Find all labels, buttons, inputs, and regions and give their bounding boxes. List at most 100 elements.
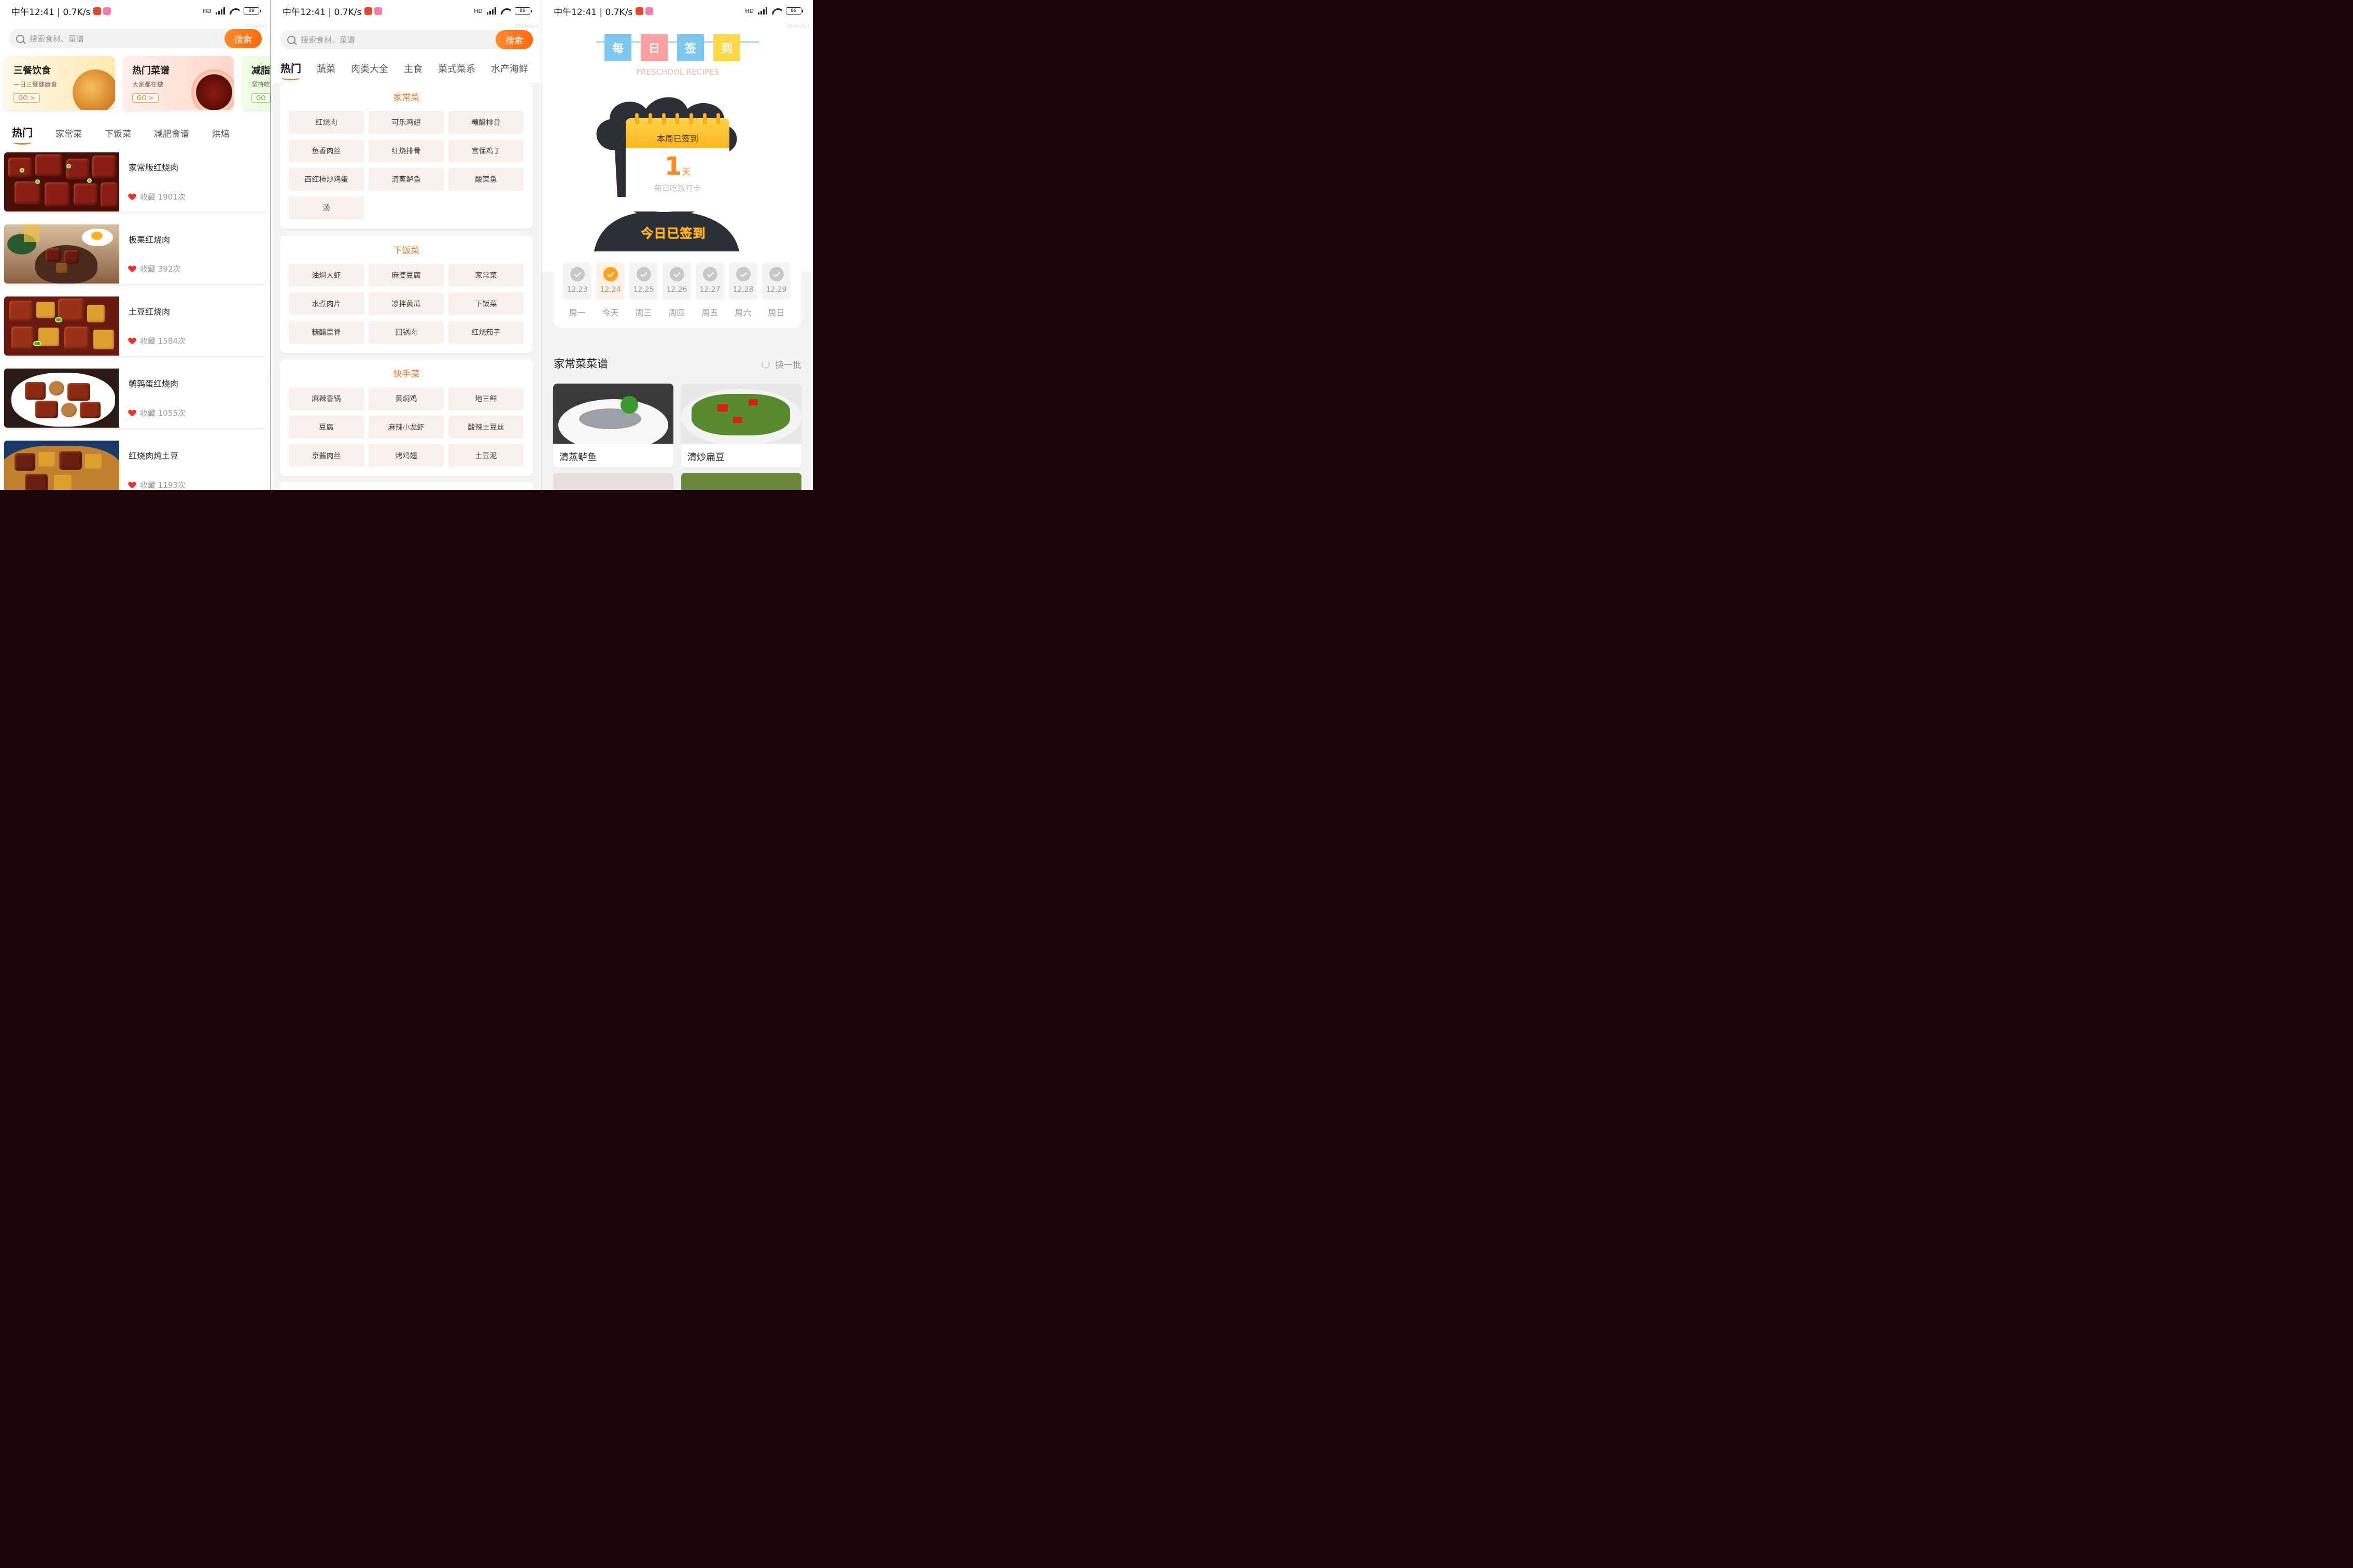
list-item[interactable]: 鹌鹑蛋红烧肉 收藏 1055次 xyxy=(4,369,266,428)
day-cell[interactable]: 12.29 周日 xyxy=(762,262,791,318)
notification-game-icon xyxy=(645,7,654,15)
tab-cuisine[interactable]: 菜式菜系 xyxy=(438,62,475,75)
search-placeholder: 搜索食材、菜谱 xyxy=(30,34,84,44)
wifi-icon xyxy=(500,7,511,15)
banner-ribbon: 日 xyxy=(641,34,668,65)
tab-baking[interactable]: 烘焙 xyxy=(212,126,230,139)
tab-home-style[interactable]: 家常菜 xyxy=(55,126,82,139)
dish-image xyxy=(553,384,673,444)
dish-chip[interactable]: 黄焖鸡 xyxy=(369,387,444,410)
bottom-band xyxy=(0,490,813,542)
dish-chip[interactable]: 麻辣小龙虾 xyxy=(369,416,444,439)
signal-icon xyxy=(487,7,496,15)
dish-chip[interactable]: 糖醋排骨 xyxy=(448,111,524,134)
day-cell[interactable]: 12.26 周四 xyxy=(663,262,691,318)
tab-seafood[interactable]: 水产海鲜 xyxy=(491,62,528,75)
notification-app-icon xyxy=(93,7,102,15)
day-cell[interactable]: 12.24 今天 xyxy=(596,262,625,318)
search-button[interactable]: 搜索 xyxy=(224,29,262,48)
dish-chip[interactable]: 酸菜鱼 xyxy=(448,168,524,191)
section-title: 家常菜菜谱 xyxy=(554,358,608,370)
tab-hot[interactable]: 热门 xyxy=(12,124,33,145)
hd-icon: HD xyxy=(203,7,212,15)
dish-card[interactable]: 清蒸鲈鱼 xyxy=(553,384,673,468)
recipe-name: 鹌鹑蛋红烧肉 xyxy=(129,379,179,389)
dish-chip[interactable]: 清蒸鲈鱼 xyxy=(369,168,444,191)
day-cell[interactable]: 12.28 周六 xyxy=(729,262,757,318)
dish-chip[interactable]: 可乐鸡翅 xyxy=(369,111,444,134)
dish-chip[interactable]: 豆腐 xyxy=(289,416,364,439)
dish-chip[interactable]: 汤 xyxy=(289,196,364,219)
hd-icon: HD xyxy=(474,7,483,15)
dish-chip[interactable]: 油焖大虾 xyxy=(289,264,364,287)
heart-icon xyxy=(129,194,136,200)
day-cell[interactable]: 12.27 周五 xyxy=(696,262,724,318)
weekly-calendar: 本周已签到 1天 每日吃饭打卡 xyxy=(626,113,729,211)
status-time: 中午12:41 | 0.7K/s xyxy=(554,7,633,18)
dish-chip[interactable]: 西红柿炒鸡蛋 xyxy=(289,168,364,191)
tab-hot[interactable]: 热门 xyxy=(280,60,301,80)
status-time: 中午12:41 | 0.7K/s xyxy=(11,7,91,18)
promo-card-three-meals[interactable]: 三餐饮食 一日三餐健康食 GO > xyxy=(4,56,115,110)
dish-chip[interactable]: 回锅肉 xyxy=(369,321,444,344)
category-card-home-style: 家常菜 红烧肉 可乐鸡翅 糖醋排骨 鱼香肉丝 红烧排骨 宫保鸡丁 西红柿炒鸡蛋 … xyxy=(280,83,533,229)
recipe-image xyxy=(4,152,119,211)
promo-card-hot-recipes[interactable]: 热门菜谱 大家都在做 GO > xyxy=(123,56,234,110)
dish-card[interactable] xyxy=(553,473,673,490)
banner-ribbon: 到 xyxy=(713,34,740,65)
checked-in-today[interactable]: 今日已签到 xyxy=(641,223,706,241)
dish-card[interactable]: 清炒扁豆 xyxy=(681,384,801,468)
dish-chip[interactable]: 糖醋里脊 xyxy=(289,321,364,344)
list-item[interactable]: 土豆红烧肉 收藏 1584次 xyxy=(4,296,266,356)
tab-staple[interactable]: 主食 xyxy=(404,62,422,75)
promo-card-fat-loss[interactable]: 减脂 坚持吃 GO xyxy=(242,56,271,110)
list-item[interactable]: 红烧肉炖土豆 收藏 1193次 xyxy=(4,441,266,490)
dish-chip[interactable]: 宫保鸡丁 xyxy=(448,139,524,162)
refresh-button[interactable]: 换一批 xyxy=(762,358,801,371)
dish-chip[interactable]: 红烧排骨 xyxy=(369,139,444,162)
day-cell[interactable]: 12.25 周三 xyxy=(629,262,658,318)
search-bar[interactable]: 搜索食材、菜谱 搜索 xyxy=(280,30,533,49)
search-bar[interactable]: 搜索食材、菜谱 搜索 xyxy=(9,29,262,48)
dish-card[interactable] xyxy=(681,473,801,490)
dish-chip[interactable]: 麻婆豆腐 xyxy=(369,264,444,287)
checkin-caption: 每日吃饭打卡 xyxy=(654,183,701,193)
dish-chip[interactable]: 水煮肉片 xyxy=(289,292,364,315)
battery-icon: 89 xyxy=(786,7,803,15)
dish-chip[interactable]: 麻辣香锅 xyxy=(289,387,364,410)
tab-vegetables[interactable]: 蔬菜 xyxy=(317,62,335,75)
recipe-name: 土豆红烧肉 xyxy=(129,307,171,317)
status-bar: 中午12:41 | 0.7K/s HD 89 xyxy=(542,0,813,22)
list-item[interactable]: 板栗红烧肉 收藏 392次 xyxy=(4,224,266,284)
check-icon xyxy=(702,267,717,281)
checkin-unit: 天 xyxy=(682,167,691,177)
notification-game-icon xyxy=(103,7,111,15)
heart-icon xyxy=(129,410,136,416)
signal-icon xyxy=(216,7,225,15)
status-bar: 中午12:41 | 0.7K/s HD 89 xyxy=(0,0,271,22)
tab-meat[interactable]: 肉类大全 xyxy=(351,62,388,75)
list-item[interactable]: 家常版红烧肉 收藏 1901次 xyxy=(4,152,266,211)
tab-diet[interactable]: 减肥食谱 xyxy=(154,126,189,139)
heart-icon xyxy=(129,482,136,488)
favorite-count: 收藏 1584次 xyxy=(129,335,257,347)
go-button[interactable]: GO xyxy=(251,93,271,103)
dish-chip[interactable]: 土豆泥 xyxy=(448,444,524,467)
recipe-image xyxy=(4,224,119,284)
go-button[interactable]: GO > xyxy=(132,93,159,103)
recipe-image xyxy=(4,441,119,490)
dish-chip[interactable]: 酸辣土豆丝 xyxy=(448,416,524,439)
dish-chip[interactable]: 地三鲜 xyxy=(448,387,524,410)
dish-chip[interactable]: 烤鸡翅 xyxy=(369,444,444,467)
tab-rice-dishes[interactable]: 下饭菜 xyxy=(105,126,131,139)
search-button[interactable]: 搜索 xyxy=(496,30,533,49)
dish-chip[interactable]: 家常菜 xyxy=(448,264,524,287)
dish-chip[interactable]: 凉拌黄瓜 xyxy=(369,292,444,315)
dish-chip[interactable]: 下饭菜 xyxy=(448,292,524,315)
dish-chip[interactable]: 鱼香肉丝 xyxy=(289,139,364,162)
dish-chip[interactable]: 红烧肉 xyxy=(289,111,364,134)
dish-chip[interactable]: 京酱肉丝 xyxy=(289,444,364,467)
day-cell[interactable]: 12.23 周一 xyxy=(563,262,591,318)
go-button[interactable]: GO > xyxy=(13,93,40,103)
dish-chip[interactable]: 红烧茄子 xyxy=(448,321,524,344)
